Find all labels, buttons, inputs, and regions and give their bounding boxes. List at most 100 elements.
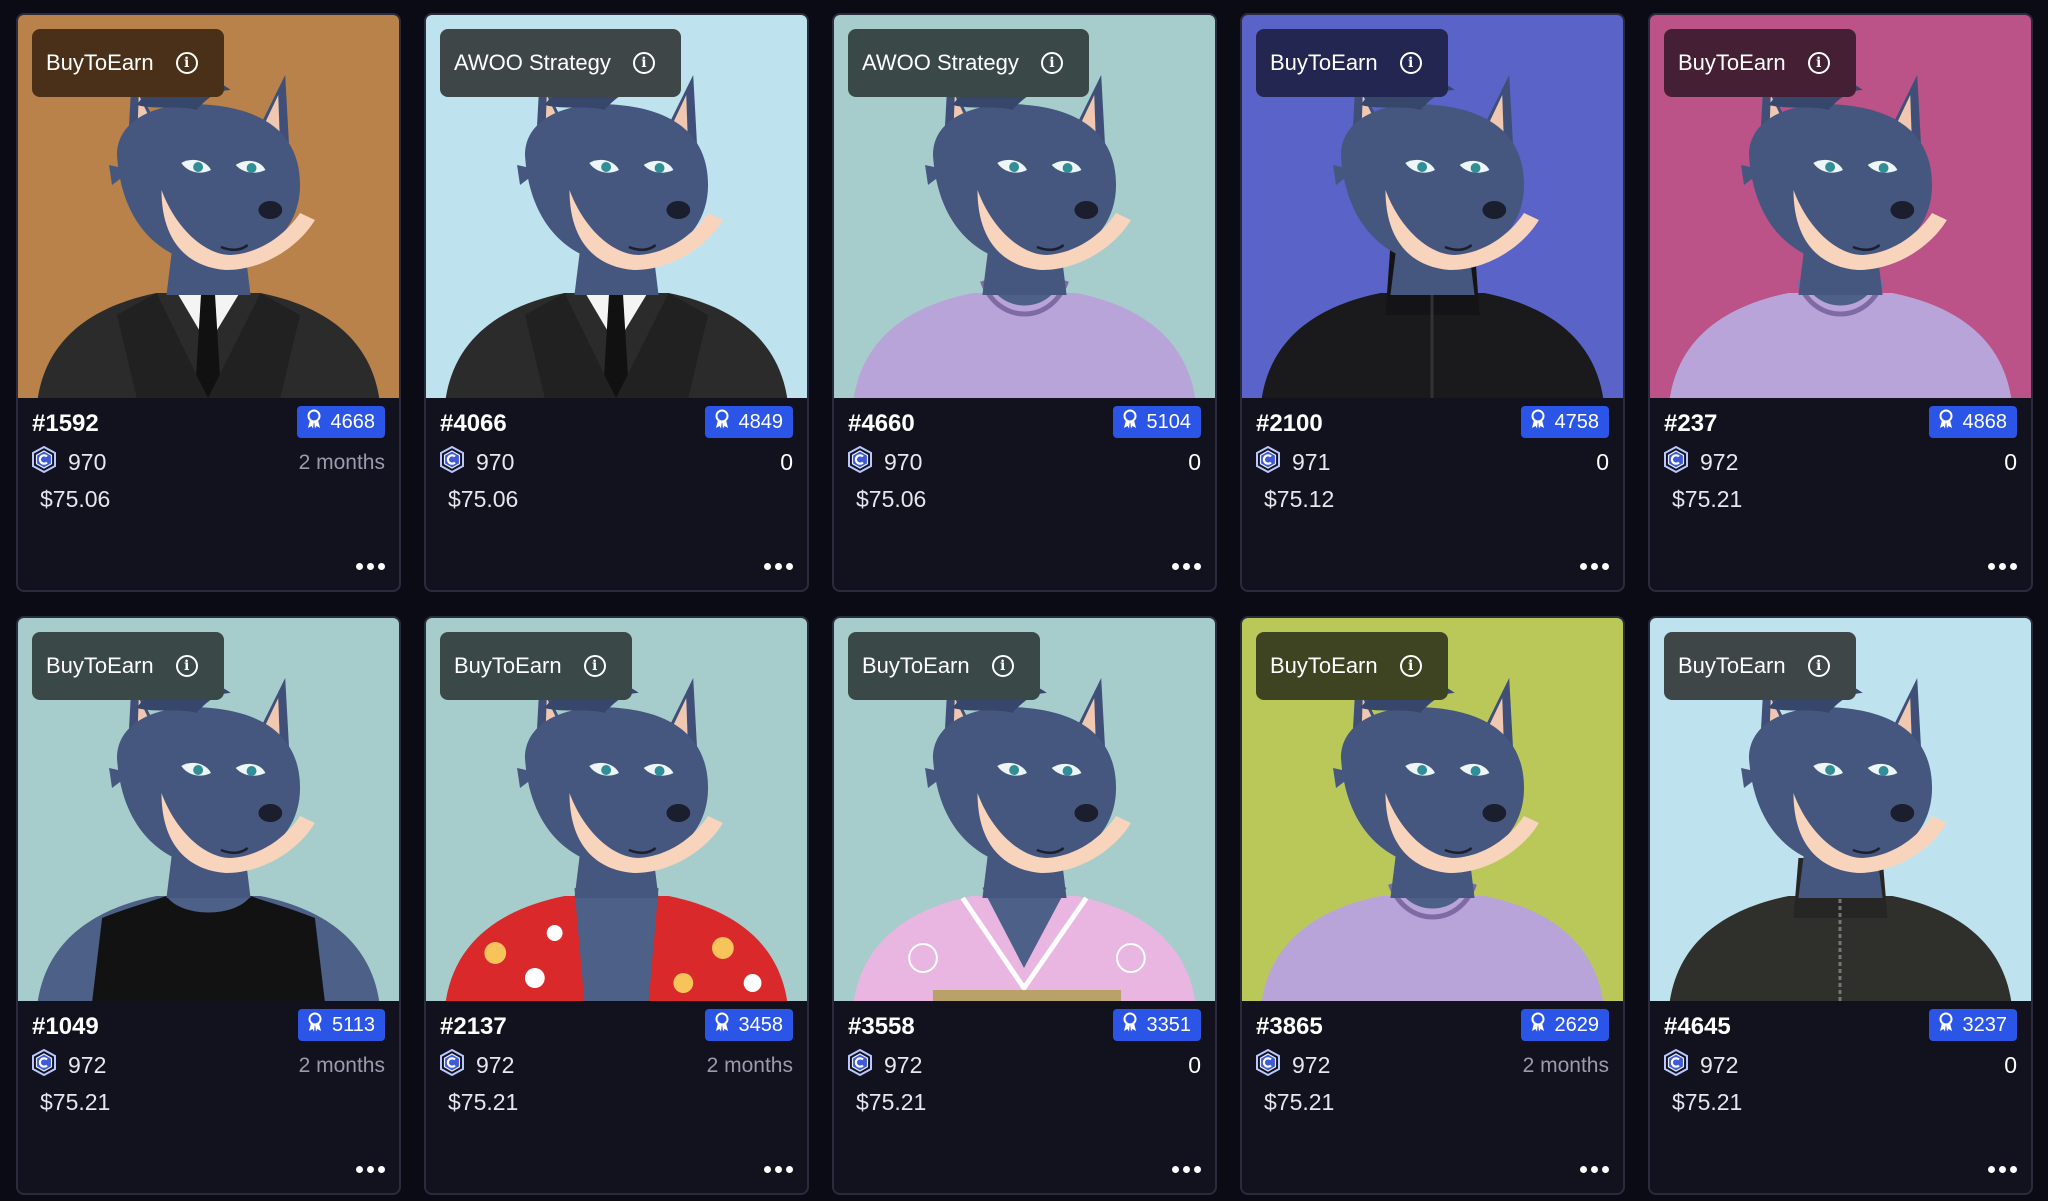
nft-card[interactable]: BuyToEarn i #3865 2629 972 2 months $75.… — [1240, 616, 1625, 1195]
info-icon[interactable]: i — [1399, 52, 1422, 74]
token-id: #237 — [1664, 410, 1718, 437]
coin-icon — [848, 445, 872, 479]
strategy-badge[interactable]: AWOO Strategy i — [440, 29, 681, 97]
more-dots-icon[interactable] — [1172, 1166, 1201, 1173]
more-dots-icon[interactable] — [356, 563, 385, 570]
ribbon-icon — [1529, 409, 1547, 435]
strategy-badge[interactable]: BuyToEarn i — [32, 29, 224, 97]
usd-price: $75.21 — [1672, 486, 1743, 512]
rarity-rank-badge: 2629 — [1520, 1009, 1609, 1041]
rarity-rank: 4758 — [1554, 410, 1600, 433]
ribbon-icon — [1121, 1012, 1139, 1038]
price-row: 972 0 — [1664, 1048, 2017, 1082]
nft-card[interactable]: BuyToEarn i #2100 4758 971 0 $75.12 — [1240, 13, 1625, 592]
strategy-badge[interactable]: AWOO Strategy i — [848, 29, 1089, 97]
listed-time: 0 — [2004, 1052, 2017, 1078]
ribbon-icon — [1937, 409, 1955, 435]
usd-price: $75.12 — [1264, 486, 1335, 512]
rarity-rank-badge: 4758 — [1520, 406, 1609, 438]
info-icon[interactable]: i — [1040, 52, 1063, 74]
price-row: 970 0 — [440, 445, 793, 479]
more-dots-icon[interactable] — [1988, 563, 2017, 570]
strategy-badge[interactable]: BuyToEarn i — [848, 632, 1040, 700]
ribbon-icon — [713, 1012, 731, 1038]
rarity-rank: 5104 — [1146, 410, 1192, 433]
rarity-rank: 2629 — [1554, 1013, 1600, 1036]
token-id: #3558 — [848, 1013, 915, 1040]
listed-time: 0 — [1596, 449, 1609, 475]
rarity-rank-badge: 3458 — [704, 1009, 793, 1041]
token-id: #4660 — [848, 410, 915, 437]
strategy-badge[interactable]: BuyToEarn i — [1664, 632, 1856, 700]
rarity-rank-badge: 5104 — [1112, 406, 1201, 438]
strategy-badge[interactable]: BuyToEarn i — [32, 632, 224, 700]
rarity-rank: 4868 — [1962, 410, 2008, 433]
card-details: #2100 4758 971 0 $75.12 — [1242, 398, 1623, 590]
listed-time: 0 — [2004, 449, 2017, 475]
strategy-label: BuyToEarn — [454, 653, 562, 678]
price-row: 972 0 — [1664, 445, 2017, 479]
coin-icon — [32, 445, 56, 479]
more-dots-icon[interactable] — [1580, 563, 1609, 570]
rarity-rank: 4849 — [738, 410, 784, 433]
strategy-label: BuyToEarn — [46, 50, 154, 75]
more-dots-icon[interactable] — [764, 563, 793, 570]
info-icon[interactable]: i — [1807, 655, 1830, 677]
card-details: #2137 3458 972 2 months $75.21 — [426, 1001, 807, 1193]
usd-price: $75.21 — [1264, 1089, 1335, 1115]
ribbon-icon — [1529, 1012, 1547, 1038]
info-icon[interactable]: i — [991, 655, 1014, 677]
token-id: #2137 — [440, 1013, 507, 1040]
usd-price: $75.21 — [1672, 1089, 1743, 1115]
rarity-rank-badge: 5113 — [297, 1009, 385, 1041]
more-dots-icon[interactable] — [356, 1166, 385, 1173]
token-id: #3865 — [1256, 1013, 1323, 1040]
rarity-rank: 3351 — [1146, 1013, 1192, 1036]
nft-card[interactable]: BuyToEarn i #1592 4668 970 2 months $75.… — [16, 13, 401, 592]
card-details: #4066 4849 970 0 $75.06 — [426, 398, 807, 590]
coin-icon — [440, 445, 464, 479]
price-value: 970 — [476, 449, 515, 475]
nft-card[interactable]: AWOO Strategy i #4066 4849 970 0 $75.06 — [424, 13, 809, 592]
more-dots-icon[interactable] — [1988, 1166, 2017, 1173]
nft-card[interactable]: BuyToEarn i #3558 3351 972 0 $75.21 — [832, 616, 1217, 1195]
more-dots-icon[interactable] — [764, 1166, 793, 1173]
rarity-rank: 4668 — [330, 410, 376, 433]
price-row: 970 2 months — [32, 445, 385, 479]
token-id: #4066 — [440, 410, 507, 437]
price-value: 972 — [1700, 1052, 1739, 1078]
nft-card[interactable]: BuyToEarn i #4645 3237 972 0 $75.21 — [1648, 616, 2033, 1195]
price-row: 971 0 — [1256, 445, 1609, 479]
price-row: 970 0 — [848, 445, 1201, 479]
nft-card[interactable]: BuyToEarn i #2137 3458 972 2 months $75.… — [424, 616, 809, 1195]
info-icon[interactable]: i — [1807, 52, 1830, 74]
info-icon[interactable]: i — [175, 655, 198, 677]
info-icon[interactable]: i — [1399, 655, 1422, 677]
coin-icon — [1664, 445, 1688, 479]
info-icon[interactable]: i — [175, 52, 198, 74]
info-icon[interactable]: i — [632, 52, 655, 74]
nft-grid: BuyToEarn i #1592 4668 970 2 months $75.… — [16, 13, 2033, 1195]
more-dots-icon[interactable] — [1172, 563, 1201, 570]
nft-card[interactable]: BuyToEarn i #237 4868 972 0 $75.21 — [1648, 13, 2033, 592]
coin-icon — [1256, 445, 1280, 479]
strategy-badge[interactable]: BuyToEarn i — [1664, 29, 1856, 97]
nft-card[interactable]: AWOO Strategy i #4660 5104 970 0 $75.06 — [832, 13, 1217, 592]
usd-price: $75.06 — [448, 486, 519, 512]
coin-icon — [440, 1048, 464, 1082]
ribbon-icon — [1121, 409, 1139, 435]
strategy-badge[interactable]: BuyToEarn i — [1256, 29, 1448, 97]
strategy-label: AWOO Strategy — [454, 50, 611, 75]
strategy-badge[interactable]: BuyToEarn i — [1256, 632, 1448, 700]
more-dots-icon[interactable] — [1580, 1166, 1609, 1173]
card-details: #1592 4668 970 2 months $75.06 — [18, 398, 399, 590]
ribbon-icon — [306, 1012, 324, 1038]
strategy-badge[interactable]: BuyToEarn i — [440, 632, 632, 700]
info-icon[interactable]: i — [583, 655, 606, 677]
usd-price: $75.21 — [856, 1089, 927, 1115]
strategy-label: BuyToEarn — [1678, 50, 1786, 75]
strategy-label: AWOO Strategy — [862, 50, 1019, 75]
token-id: #1049 — [32, 1013, 99, 1040]
nft-card[interactable]: BuyToEarn i #1049 5113 972 2 months $75.… — [16, 616, 401, 1195]
token-id: #4645 — [1664, 1013, 1731, 1040]
